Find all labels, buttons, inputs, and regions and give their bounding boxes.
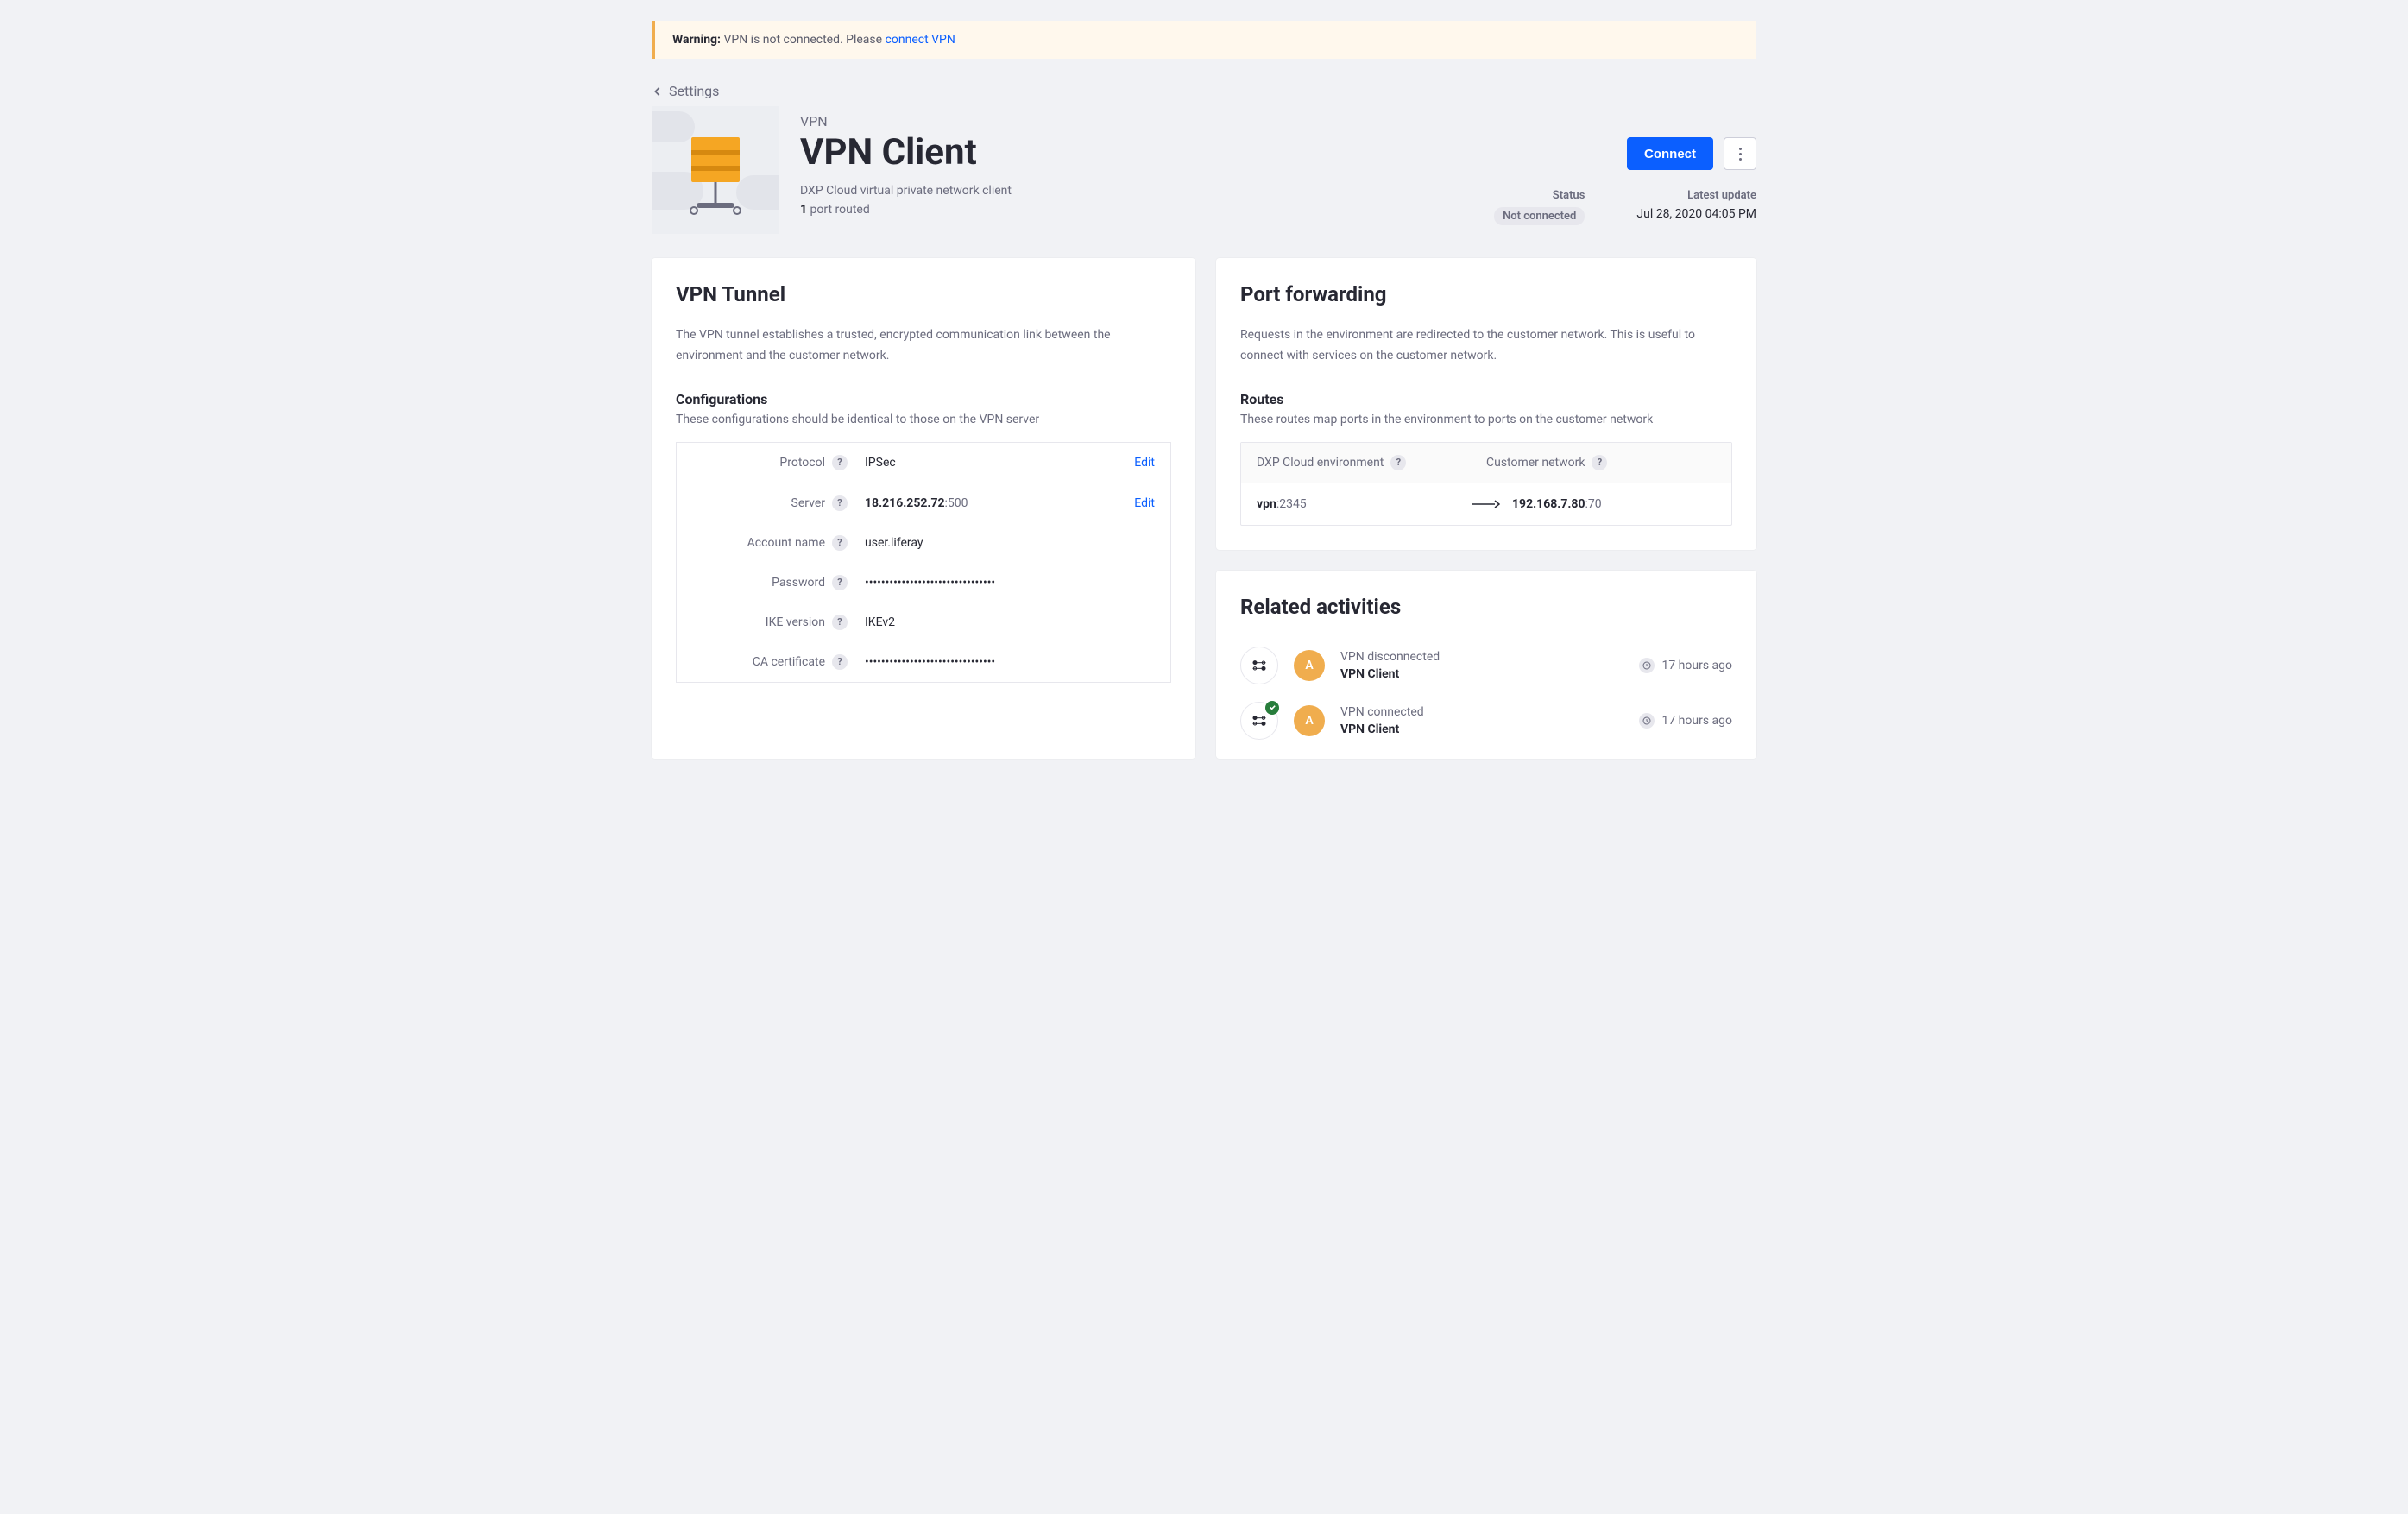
configurations-title: Configurations xyxy=(676,391,1171,407)
related-activities-title: Related activities xyxy=(1240,595,1732,619)
routes-sub: These routes map ports in the environmen… xyxy=(1240,413,1732,426)
help-icon[interactable]: ? xyxy=(832,615,848,630)
chevron-left-icon xyxy=(652,85,664,98)
help-icon[interactable]: ? xyxy=(832,575,848,590)
help-icon[interactable]: ? xyxy=(832,535,848,551)
activity-status-icon xyxy=(1240,647,1278,684)
config-table: Protocol? IPSec Edit Server? 18.216.252.… xyxy=(676,442,1171,683)
more-actions-button[interactable] xyxy=(1724,137,1756,170)
config-row-account: Account name? user.liferay xyxy=(677,523,1170,563)
activity-item: A VPN connected VPN Client 17 hours ago xyxy=(1240,693,1732,748)
status-badge: Not connected xyxy=(1494,207,1585,225)
port-forwarding-card: Port forwarding Requests in the environm… xyxy=(1216,258,1756,550)
activity-event: VPN disconnected xyxy=(1340,650,1623,664)
port-count: 1 xyxy=(800,203,807,217)
vpn-tunnel-desc: The VPN tunnel establishes a trusted, en… xyxy=(676,325,1171,367)
activity-target: VPN Client xyxy=(1340,722,1623,736)
activity-event: VPN connected xyxy=(1340,705,1623,719)
port-routed-suffix: port routed xyxy=(807,203,870,217)
server-label: Server xyxy=(791,496,825,510)
latest-update-value: Jul 28, 2020 04:05 PM xyxy=(1636,207,1756,221)
vpn-hero-icon xyxy=(652,106,779,234)
ike-value: IKEv2 xyxy=(848,615,1155,629)
route-row: vpn:2345 192.168.7.80:70 xyxy=(1241,483,1731,525)
routes-col1-label: DXP Cloud environment xyxy=(1257,456,1384,470)
activity-target: VPN Client xyxy=(1340,667,1623,681)
page-eyebrow: VPN xyxy=(800,113,1473,129)
warning-prefix: Warning: xyxy=(672,33,721,47)
config-row-password: Password? ••••••••••••••••••••••••••••••… xyxy=(677,563,1170,602)
ca-value: •••••••••••••••••••••••••••••••• xyxy=(848,655,1155,669)
avatar: A xyxy=(1294,650,1325,681)
activity-status-icon xyxy=(1240,702,1278,740)
routes-table: DXP Cloud environment? Customer network?… xyxy=(1240,442,1732,526)
page-header: VPN VPN Client DXP Cloud virtual private… xyxy=(652,106,1756,234)
breadcrumb-label: Settings xyxy=(669,83,719,99)
page-title: VPN Client xyxy=(800,131,1473,173)
clock-icon xyxy=(1639,713,1655,729)
page-subtitle: DXP Cloud virtual private network client xyxy=(800,184,1473,198)
activity-item: A VPN disconnected VPN Client 17 hours a… xyxy=(1240,638,1732,693)
activity-time: 17 hours ago xyxy=(1639,713,1732,729)
help-icon[interactable]: ? xyxy=(832,495,848,511)
breadcrumb[interactable]: Settings xyxy=(652,83,1756,99)
password-value: •••••••••••••••••••••••••••••••• xyxy=(848,576,1155,590)
server-value: 18.216.252.72:500 xyxy=(848,496,1134,510)
routes-title: Routes xyxy=(1240,391,1732,407)
protocol-label: Protocol xyxy=(779,456,825,470)
port-routed: 1 port routed xyxy=(800,203,1473,217)
protocol-value: IPSec xyxy=(848,456,1134,470)
config-row-ike: IKE version? IKEv2 xyxy=(677,602,1170,642)
routes-col2-label: Customer network xyxy=(1486,456,1585,470)
status-label: Status xyxy=(1494,189,1585,202)
ca-label: CA certificate xyxy=(753,655,825,669)
kebab-icon xyxy=(1739,148,1742,161)
help-icon[interactable]: ? xyxy=(1592,455,1607,470)
vpn-tunnel-title: VPN Tunnel xyxy=(676,282,1171,306)
connect-vpn-link[interactable]: connect VPN xyxy=(886,33,955,47)
config-row-ca: CA certificate? ••••••••••••••••••••••••… xyxy=(677,642,1170,682)
latest-update-label: Latest update xyxy=(1636,189,1756,202)
arrow-right-icon xyxy=(1460,500,1512,508)
avatar: A xyxy=(1294,705,1325,736)
related-activities-card: Related activities A VPN disconnected VP… xyxy=(1216,571,1756,759)
help-icon[interactable]: ? xyxy=(832,654,848,670)
clock-icon xyxy=(1639,658,1655,673)
edit-server-link[interactable]: Edit xyxy=(1134,496,1155,510)
activity-time: 17 hours ago xyxy=(1639,658,1732,673)
help-icon[interactable]: ? xyxy=(1390,455,1406,470)
account-value: user.liferay xyxy=(848,536,1155,550)
configurations-sub: These configurations should be identical… xyxy=(676,413,1171,426)
help-icon[interactable]: ? xyxy=(832,455,848,470)
port-forwarding-desc: Requests in the environment are redirect… xyxy=(1240,325,1732,367)
config-row-protocol: Protocol? IPSec Edit xyxy=(677,443,1170,483)
edit-protocol-link[interactable]: Edit xyxy=(1134,456,1155,470)
connect-button[interactable]: Connect xyxy=(1627,137,1713,170)
warning-banner: Warning: VPN is not connected. Please co… xyxy=(652,21,1756,59)
port-forwarding-title: Port forwarding xyxy=(1240,282,1732,306)
account-label: Account name xyxy=(747,536,825,550)
ike-label: IKE version xyxy=(766,615,825,629)
config-row-server: Server? 18.216.252.72:500 Edit xyxy=(677,483,1170,523)
warning-text: VPN is not connected. Please xyxy=(721,33,886,47)
check-badge-icon xyxy=(1265,701,1279,715)
vpn-tunnel-card: VPN Tunnel The VPN tunnel establishes a … xyxy=(652,258,1195,759)
password-label: Password xyxy=(772,576,825,590)
